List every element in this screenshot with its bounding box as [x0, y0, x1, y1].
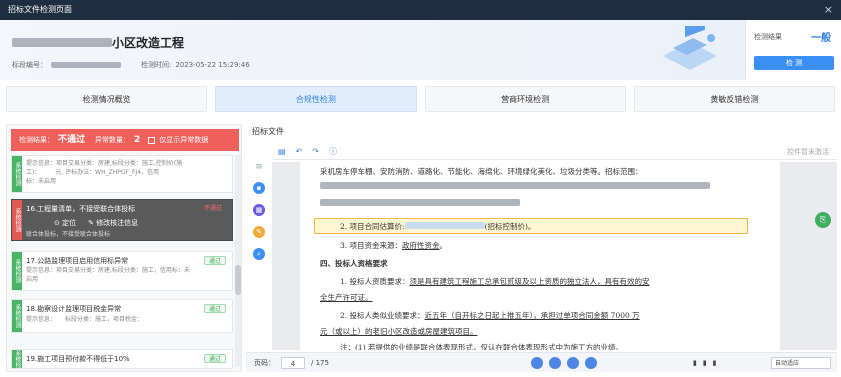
document-page: 采机房车停车棚、安防消防、道路化、节能化、海绵化、环境绿化美化、垃圾分类等。招标…: [300, 162, 780, 350]
bookmark-icon[interactable]: ▪: [253, 182, 265, 194]
status-badge: 通过: [203, 256, 226, 265]
menu-icon[interactable]: ≡: [255, 162, 263, 172]
first-page-icon[interactable]: [530, 356, 543, 369]
exception-count: 2: [134, 135, 141, 145]
list-item[interactable]: 系统检测 18.勘察设计监理项目税金异常 通过 提示信息： 标段分类：施工，项目…: [11, 299, 233, 333]
side-toolbar: ≡ ▪ ▦ ✎ ⌕: [252, 162, 266, 282]
only-exception-checkbox[interactable]: [148, 136, 156, 144]
document-illustration-icon: [663, 26, 717, 70]
tab-business-env[interactable]: 营商环境检测: [424, 86, 626, 112]
control-hint: 控件暂未激活: [787, 148, 829, 156]
scrollbar[interactable]: [235, 155, 241, 367]
result-value: 一般: [811, 33, 831, 44]
doc-view-icon[interactable]: ▮: [693, 359, 697, 367]
panel-title: 招标文件: [252, 127, 284, 136]
search-icon[interactable]: ⌕: [253, 248, 265, 260]
result-box: 检测结果 一般 检 测: [745, 20, 841, 80]
redacted-text: [51, 62, 121, 68]
redacted-text: [320, 182, 710, 189]
list-item[interactable]: 系统检测 19.施工项目预付款不得低于10% 通过: [4, 349, 233, 369]
list-item[interactable]: 系统检测 17.公路监理项目启用信用标异常 通过 提示信息：项目交易分类：房建,…: [11, 251, 233, 291]
undo-icon[interactable]: ↶: [296, 147, 303, 156]
pen-icon[interactable]: ✎: [253, 226, 265, 238]
result-label: 检测结果: [754, 33, 782, 41]
project-title: 小区改造工程: [12, 34, 184, 51]
edit-note-button[interactable]: ✎ 修改核注信息: [88, 218, 138, 228]
doc-view-icon-3[interactable]: ▮: [713, 359, 717, 367]
tab-compliance[interactable]: 合规性检测: [215, 86, 417, 112]
last-page-icon[interactable]: [584, 356, 597, 369]
redacted-text: [320, 199, 520, 206]
project-header: 小区改造工程 标段编号： 检测时间: 2023-05-22 15:29:46: [0, 20, 841, 80]
pager: 页码： 4 / 175 ▮ ▮ ▮ 自动适应: [246, 352, 837, 372]
status-badge: 通过: [203, 354, 226, 363]
redacted-text: [404, 222, 485, 229]
window-titlebar: 招标文件检测页面 ×: [0, 0, 841, 20]
list-item-selected[interactable]: 系统检测 16.工程量清单，不接受联合体投标 不通过 ⊙ 定位 ✎ 修改核注信息…: [11, 199, 233, 241]
scrollbar-thumb[interactable]: [235, 265, 241, 295]
status-badge: 通过: [203, 304, 226, 313]
locate-button[interactable]: ⊙ 定位: [54, 218, 76, 228]
window-title: 招标文件检测页面: [8, 5, 72, 14]
page-input[interactable]: 4: [281, 356, 305, 369]
print-icon[interactable]: ▤: [278, 147, 286, 156]
info-icon[interactable]: ⓘ: [329, 146, 337, 157]
check-result: 不通过: [58, 135, 86, 145]
status-badge: 不通过: [203, 205, 222, 212]
section-heading: 四、投标人资格要求: [320, 259, 388, 268]
next-page-icon[interactable]: [566, 356, 579, 369]
check-list-panel: 检测结果： 不通过 异常数量： 2 仅显示异常数据 系统检测 提示信息：项目交易…: [4, 124, 242, 372]
redo-icon[interactable]: ↷: [312, 147, 319, 156]
detect-button[interactable]: 检 测: [754, 56, 834, 70]
document-panel: 招标文件 ▤ ↶ ↷ ⓘ 控件暂未激活 ≡ ▪ ▦ ✎ ⌕ 采机房车停车棚、安防…: [246, 124, 837, 372]
document-viewer[interactable]: 采机房车停车棚、安防消防、道路化、节能化、海绵化、环境绿化美化、垃圾分类等。招标…: [272, 162, 837, 350]
project-meta: 标段编号： 检测时间: 2023-05-22 15:29:46: [12, 61, 250, 69]
grid-icon[interactable]: ▦: [253, 204, 265, 216]
prev-page-icon[interactable]: [548, 356, 561, 369]
list-item[interactable]: 系统检测 提示信息：项目交易分类：房建,标段分类：施工,控制价(施 工)： 元,…: [11, 155, 233, 193]
zoom-select[interactable]: 自动适应: [771, 357, 831, 369]
check-summary: 检测结果： 不通过 异常数量： 2 仅显示异常数据: [11, 129, 239, 151]
tab-overview[interactable]: 检测情况概览: [6, 86, 208, 112]
doc-toolbar: ▤ ↶ ↷ ⓘ 控件暂未激活: [272, 144, 837, 160]
redacted-text: [12, 38, 112, 47]
doc-view-icon-2[interactable]: ▮: [703, 359, 707, 367]
export-icon[interactable]: ⎘: [815, 212, 831, 228]
tab-sensitive[interactable]: 黄敏反错检测: [633, 86, 835, 112]
tab-bar: 检测情况概览 合规性检测 营商环境检测 黄敏反错检测: [0, 86, 841, 114]
close-icon[interactable]: ×: [824, 0, 833, 20]
